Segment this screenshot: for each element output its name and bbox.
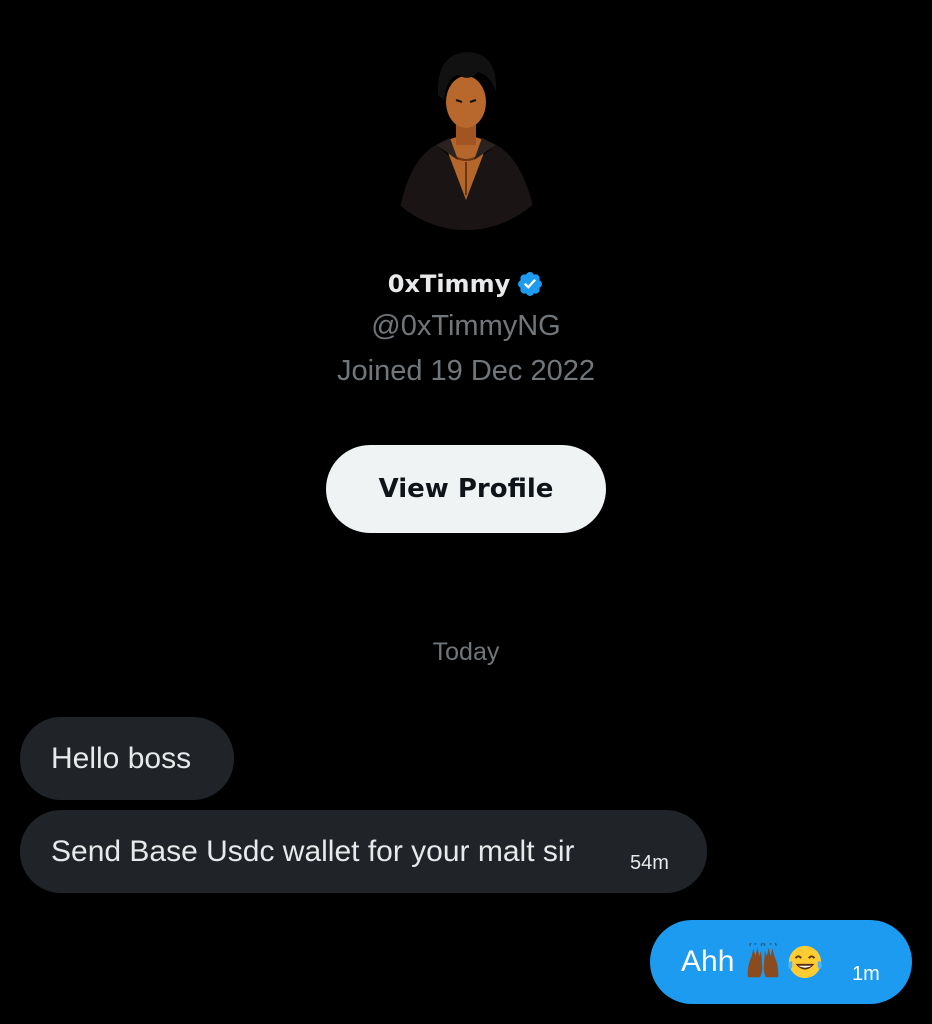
profile-name-row: 0xTimmy	[0, 266, 932, 302]
message-text: Ahh	[681, 945, 735, 978]
display-name: 0xTimmy	[387, 270, 511, 298]
message-emoji-group	[744, 943, 824, 981]
message-timestamp: 1m	[852, 963, 880, 985]
message-bubble-incoming[interactable]: Hello boss	[20, 717, 234, 800]
avatar-image	[366, 30, 566, 230]
message-text: Hello boss	[51, 741, 192, 775]
message-bubble-outgoing[interactable]: Ahh 1m	[650, 920, 912, 1004]
view-profile-button[interactable]: View Profile	[326, 445, 606, 533]
message-timestamp: 54m	[630, 852, 669, 874]
message-bubble-incoming[interactable]: Send Base Usdc wallet for your malt sir …	[20, 810, 707, 893]
message-text: Send Base Usdc wallet for your malt sir	[51, 834, 575, 868]
joined-date: Joined 19 Dec 2022	[337, 355, 595, 387]
verified-badge-icon	[518, 272, 543, 296]
profile-handle: @0xTimmyNG	[371, 310, 561, 342]
tears-of-joy-emoji	[788, 945, 823, 979]
date-separator: Today	[432, 638, 500, 666]
avatar[interactable]	[366, 30, 566, 230]
raising-hands-emoji	[748, 943, 779, 978]
